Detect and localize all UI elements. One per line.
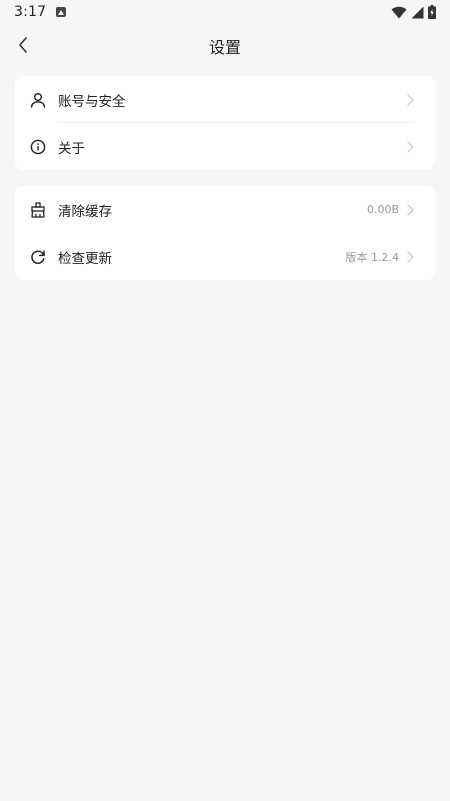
cache-size-value: 0.00B	[366, 203, 399, 216]
clear-cache-label: 清除缓存	[58, 203, 112, 220]
status-right	[391, 5, 436, 19]
page-title: 设置	[208, 38, 241, 57]
clear-cache-row[interactable]: 清除缓存 0.00B	[15, 186, 435, 233]
about-label: 关于	[58, 140, 85, 157]
settings-group-app: 清除缓存 0.00B 检查更新 版本 1.2.4	[15, 186, 435, 280]
status-time: 3:17	[14, 4, 47, 20]
back-button[interactable]	[10, 32, 36, 58]
chevron-right-icon	[405, 93, 415, 106]
account-security-label: 账号与安全	[58, 93, 126, 110]
info-icon	[29, 138, 47, 156]
account-security-row[interactable]: 账号与安全	[15, 76, 435, 123]
settings-group-account: 账号与安全 关于	[15, 76, 435, 170]
nav-bar: 设置	[0, 24, 450, 68]
signal-icon	[411, 6, 424, 18]
about-row[interactable]: 关于	[15, 123, 435, 170]
app-version-value: 版本 1.2.4	[345, 250, 400, 264]
chevron-right-icon	[405, 140, 415, 153]
user-icon	[29, 91, 47, 109]
notification-a-icon	[56, 7, 67, 17]
status-left: 3:17	[14, 4, 67, 20]
check-update-label: 检查更新	[58, 250, 112, 267]
wifi-icon	[391, 6, 407, 18]
battery-charging-icon	[428, 5, 436, 19]
check-update-row[interactable]: 检查更新 版本 1.2.4	[15, 233, 435, 280]
chevron-right-icon	[405, 250, 415, 263]
status-bar: 3:17	[0, 0, 450, 24]
chevron-right-icon	[405, 203, 415, 216]
chevron-left-icon	[19, 37, 27, 53]
broom-icon	[29, 201, 47, 219]
refresh-icon	[29, 248, 47, 266]
